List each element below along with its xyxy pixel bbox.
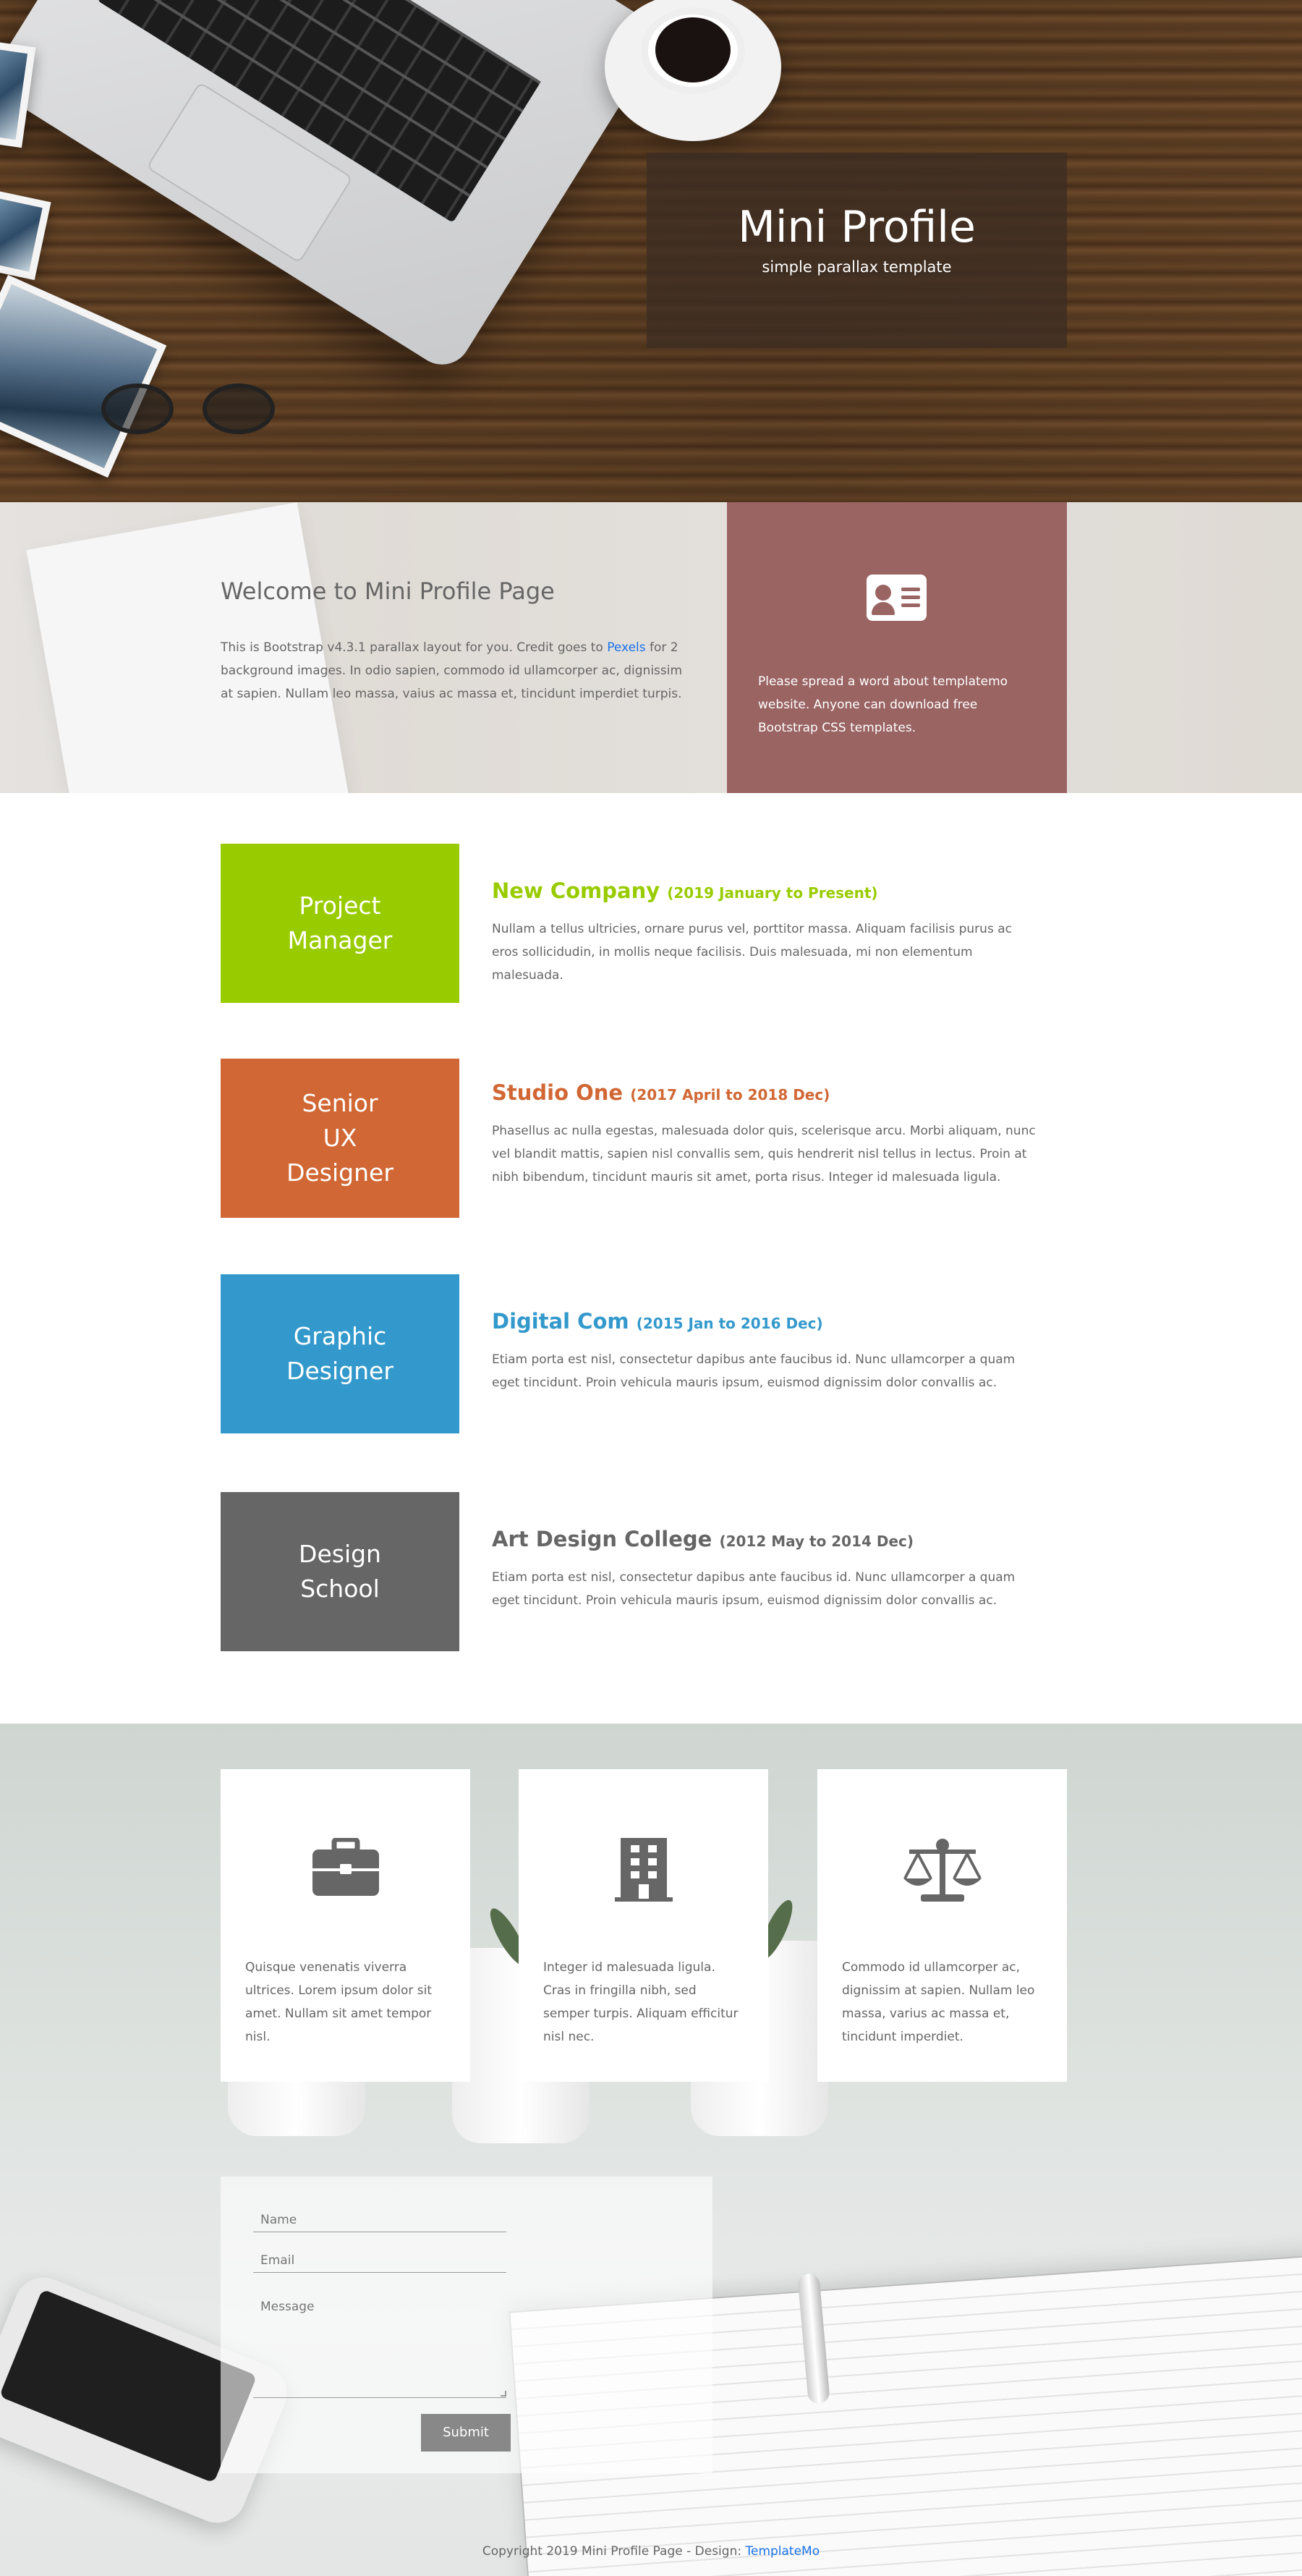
submit-button[interactable]: Submit [421,2414,511,2452]
footer-copyright: Copyright 2019 Mini Profile Page - Desig… [0,2544,1302,2559]
timeline-heading: New Company (2019 January to Present) [492,878,878,903]
coffee-cup-image [605,0,781,141]
timeline-item: Design School Art Design College (2012 M… [221,1492,1067,1651]
hero-subtitle: simple parallax template [762,258,952,276]
service-text: Commodo id ullamcorper ac, dignissim at … [842,1960,1035,2044]
timeline-company: Digital Com [492,1309,629,1334]
timeline-dates: (2012 May to 2014 Dec) [719,1533,914,1550]
timeline-dates: (2015 Jan to 2016 Dec) [636,1315,823,1332]
timeline-role-box: Project Manager [221,844,459,1003]
service-card: Integer id malesuada ligula. Cras in fri… [519,1769,768,2082]
timeline-description: Nullam a tellus ultricies, ornare purus … [492,922,1012,983]
photo-print-image [0,190,51,281]
address-card-icon-line [901,588,920,591]
services-contact-section: Quisque venenatis viverra ultrices. Lore… [0,1724,1302,2576]
hero-title: Mini Profile [738,202,976,253]
address-card-icon-head [875,585,891,601]
timeline-company: Art Design College [492,1527,712,1551]
address-card-icon-line [901,596,920,599]
welcome-text-part: This is Bootstrap v4.3.1 parallax layout… [221,640,608,655]
timeline-role-box: Design School [221,1492,459,1651]
timeline-item: Graphic Designer Digital Com (2015 Jan t… [221,1274,1067,1433]
pexels-link[interactable]: Pexels [607,640,645,655]
promo-box: Please spread a word about templatemo we… [727,502,1067,793]
building-icon [614,1838,673,1902]
timeline-description: Etiam porta est nisl, consectetur dapibu… [492,1570,1016,1608]
welcome-title: Welcome to Mini Profile Page [221,577,555,605]
hero-section: Mini Profile simple parallax template [0,0,1302,502]
timeline-item: Senior UX Designer Studio One (2017 Apri… [221,1059,1067,1218]
service-text: Integer id malesuada ligula. Cras in fri… [543,1960,739,2044]
templatemo-link[interactable]: TemplateMo [745,2544,820,2559]
address-card-icon [867,575,927,621]
timeline-heading: Art Design College (2012 May to 2014 Dec… [492,1527,914,1551]
timeline-heading: Digital Com (2015 Jan to 2016 Dec) [492,1309,823,1334]
welcome-section: Welcome to Mini Profile Page This is Boo… [0,502,1302,793]
briefcase-icon [312,1838,379,1896]
timeline-role-box: Graphic Designer [221,1274,459,1433]
textarea-resize-handle[interactable] [501,2391,506,2397]
timeline-description: Phasellus ac nulla egestas, malesuada do… [492,1124,1036,1185]
timeline-description: Etiam porta est nisl, consectetur dapibu… [492,1352,1016,1390]
timeline-company: Studio One [492,1080,624,1105]
address-card-icon-body [872,602,895,615]
promo-text: Please spread a word about templatemo we… [758,674,1008,735]
welcome-text: This is Bootstrap v4.3.1 parallax layout… [221,636,684,706]
name-input[interactable] [253,2213,506,2232]
contact-form: Submit [221,2177,712,2473]
service-card: Quisque venenatis viverra ultrices. Lore… [221,1769,470,2082]
sunglasses-image [101,376,289,441]
balance-scale-icon [903,1839,982,1902]
timeline-dates: (2017 April to 2018 Dec) [630,1086,830,1103]
service-text: Quisque venenatis viverra ultrices. Lore… [245,1960,433,2044]
service-card: Commodo id ullamcorper ac, dignissim at … [817,1769,1067,2082]
message-textarea[interactable] [253,2300,506,2398]
timeline-item: Project Manager New Company (2019 Januar… [221,844,1067,1003]
address-card-icon-line [901,603,920,607]
footer-text: Copyright 2019 Mini Profile Page - Desig… [482,2544,746,2559]
hero-title-box: Mini Profile simple parallax template [647,153,1067,348]
timeline-dates: (2019 January to Present) [667,884,878,902]
timeline-heading: Studio One (2017 April to 2018 Dec) [492,1080,830,1105]
experience-timeline: Project Manager New Company (2019 Januar… [0,793,1302,1724]
timeline-company: New Company [492,878,660,903]
email-input[interactable] [253,2253,506,2273]
timeline-role-box: Senior UX Designer [221,1059,459,1218]
